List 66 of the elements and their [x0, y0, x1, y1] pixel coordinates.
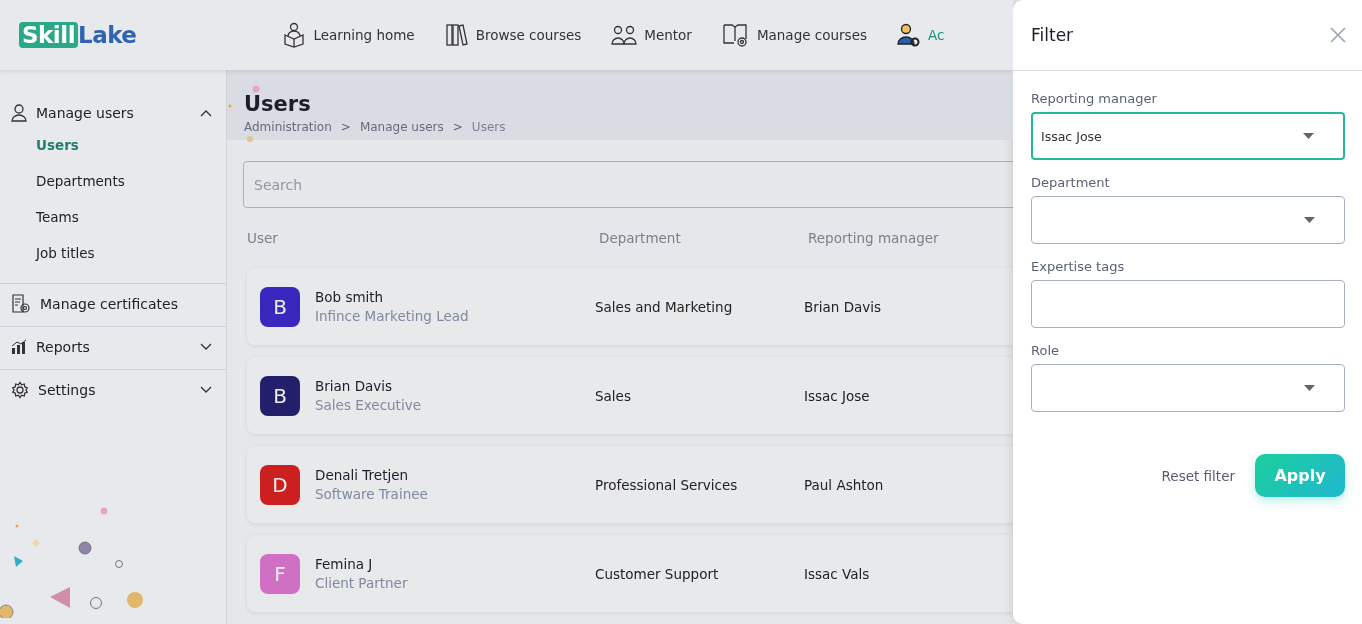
- books-icon: [444, 23, 469, 47]
- reset-filter-button[interactable]: Reset filter: [1159, 463, 1237, 488]
- dropdown[interactable]: [1031, 196, 1345, 244]
- sidebar-item[interactable]: Reports: [0, 327, 226, 367]
- breadcrumb-link[interactable]: Manage users: [359, 120, 444, 134]
- search-field[interactable]: Search: [243, 161, 1013, 208]
- user-row[interactable]: D Denali Tretjen Software Trainee Professional Services Paul Ashton: [247, 446, 1013, 523]
- avatar: F: [260, 553, 300, 594]
- user-icon: [11, 104, 27, 122]
- dropdown[interactable]: Issac Jose: [1031, 112, 1345, 160]
- book-reader-icon: [282, 22, 307, 48]
- nav-link[interactable]: Browse courses: [444, 22, 582, 48]
- breadcrumb-link[interactable]: Administration: [244, 120, 332, 134]
- table-cell-text: Sales: [595, 387, 632, 404]
- close-icon[interactable]: [1330, 27, 1346, 43]
- people-icon: [611, 24, 638, 46]
- column-header: User: [246, 230, 279, 246]
- avatar: D: [260, 464, 300, 505]
- sidebar-subitem[interactable]: Job titles: [0, 235, 95, 271]
- table-cell: Issac Vals: [804, 565, 870, 582]
- user-gear-icon: [896, 22, 921, 48]
- book-gear-icon: [721, 22, 750, 48]
- field-label: Reporting manager: [1031, 91, 1158, 106]
- table-cell: Brian Davis: [804, 298, 882, 315]
- user-name: Denali Tretjen: [315, 467, 410, 483]
- certificate-icon: [11, 294, 31, 314]
- avatar: B: [260, 375, 300, 416]
- breadcrumb-separator: >: [340, 120, 351, 134]
- user-name: Brian Davis: [315, 378, 394, 394]
- table-cell-text: Professional Services: [595, 476, 739, 493]
- panel-title: Filter: [1031, 25, 1074, 45]
- nav-link[interactable]: Manage courses: [721, 22, 867, 48]
- table-cell: Paul Ashton: [804, 476, 884, 493]
- field-label: Expertise tags: [1031, 259, 1126, 274]
- input-field[interactable]: [1031, 280, 1345, 328]
- user-row[interactable]: F Femina J Client Partner Customer Support Issac Vals: [247, 535, 1013, 612]
- breadcrumb-separator: >: [452, 120, 463, 134]
- field-label: Department: [1031, 175, 1111, 190]
- column-header: Department: [599, 230, 682, 246]
- caret-icon: [1303, 133, 1314, 139]
- dropdown[interactable]: [1031, 364, 1345, 412]
- caret-icon: [1304, 385, 1315, 391]
- page-title: Users: [244, 92, 312, 116]
- job-title: Infince Marketing Lead: [315, 308, 469, 324]
- column-header: Reporting manager: [808, 230, 939, 246]
- settings-icon: [11, 381, 29, 399]
- sidebar-item[interactable]: Manage certificates: [0, 284, 226, 324]
- avatar: B: [260, 286, 300, 327]
- nav-link[interactable]: Learning home: [282, 22, 415, 48]
- user-name: Femina J: [315, 556, 374, 572]
- caret-icon: [1304, 217, 1315, 223]
- user-name: Bob smith: [315, 289, 385, 305]
- field-label: Role: [1031, 343, 1060, 358]
- table-cell-text: Customer Support: [595, 565, 720, 582]
- job-title: Sales Executive: [315, 397, 421, 413]
- chart-icon: [11, 339, 27, 355]
- nav-link[interactable]: Mentor: [611, 22, 692, 48]
- job-title: Client Partner: [315, 575, 408, 591]
- job-title: Software Trainee: [315, 486, 428, 502]
- sidebar-item[interactable]: Settings: [0, 370, 226, 410]
- table-cell-text: Sales and Marketing: [595, 298, 734, 315]
- user-row[interactable]: B Brian Davis Sales Executive Sales Issac Jose: [247, 357, 1013, 434]
- sidebar-subitem[interactable]: Teams: [0, 199, 79, 235]
- sidebar-subitem[interactable]: Departments: [0, 163, 125, 199]
- user-row[interactable]: B Bob smith Infince Marketing Lead Sales and Marketing Brian Davis: [247, 268, 1013, 345]
- table-cell: Issac Jose: [804, 387, 870, 404]
